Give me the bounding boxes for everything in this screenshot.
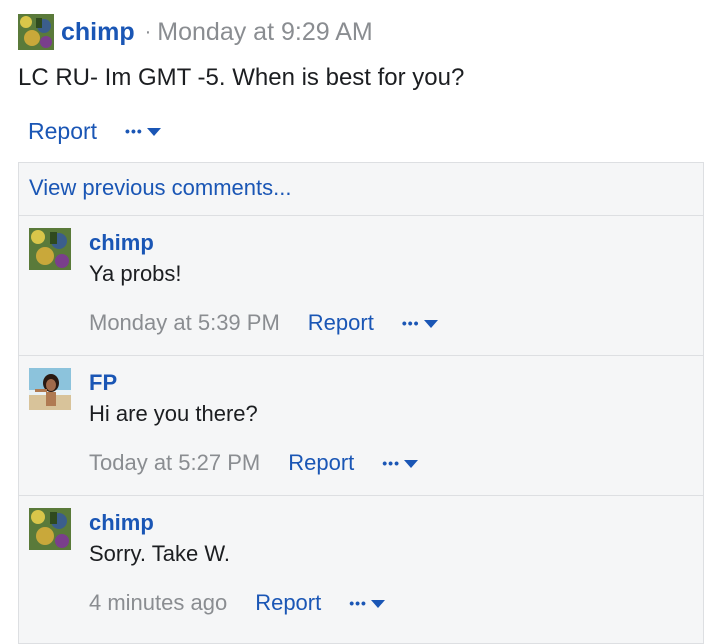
comments-panel: View previous comments... chimp Ya probs… (18, 162, 704, 644)
comment: chimp Sorry. Take W. 4 minutes ago Repor… (19, 496, 703, 636)
comment-meta: 4 minutes ago Report ••• (89, 588, 385, 618)
more-dots-icon: ••• (349, 595, 367, 611)
more-dots-icon: ••• (125, 123, 143, 139)
comment: chimp Ya probs! Monday at 5:39 PM Report… (19, 216, 703, 356)
comment-time[interactable]: Today at 5:27 PM (89, 450, 260, 476)
comment-meta: Monday at 5:39 PM Report ••• (89, 308, 438, 338)
report-link[interactable]: Report (28, 118, 97, 145)
comment-time[interactable]: 4 minutes ago (89, 590, 227, 616)
post-author[interactable]: chimp (61, 18, 135, 47)
report-link[interactable]: Report (288, 450, 354, 476)
author-avatar[interactable] (18, 14, 54, 50)
chevron-down-icon (403, 460, 418, 468)
more-options-button[interactable]: ••• (382, 455, 418, 471)
more-options-button[interactable]: ••• (349, 595, 385, 611)
chevron-down-icon (370, 600, 385, 608)
post-header: chimp · Monday at 9:29 AM (18, 14, 373, 50)
report-link[interactable]: Report (308, 310, 374, 336)
comment-avatar[interactable] (29, 368, 71, 410)
more-dots-icon: ••• (401, 315, 420, 331)
comment-text: Sorry. Take W. (89, 541, 231, 566)
separator: · (144, 20, 152, 43)
comment-text: Ya probs! (89, 261, 182, 286)
comment-author[interactable]: chimp (89, 510, 154, 536)
view-previous-comments-link[interactable]: View previous comments... (29, 175, 291, 201)
post: chimp · Monday at 9:29 AM LC RU- Im GMT … (0, 0, 720, 644)
comment-text: Hi are you there? (89, 401, 258, 426)
more-options-button[interactable]: ••• (402, 315, 438, 331)
comment-avatar[interactable] (29, 228, 71, 270)
comment-meta: Today at 5:27 PM Report ••• (89, 448, 418, 478)
comment-avatar[interactable] (29, 508, 71, 550)
comment-time[interactable]: Monday at 5:39 PM (89, 310, 280, 336)
chevron-down-icon (423, 320, 438, 328)
comment-author[interactable]: FP (89, 370, 117, 396)
report-link[interactable]: Report (255, 590, 321, 616)
comment-author[interactable]: chimp (89, 230, 154, 256)
more-dots-icon: ••• (382, 455, 400, 471)
post-time[interactable]: Monday at 9:29 AM (157, 18, 372, 47)
chevron-down-icon (146, 128, 161, 136)
more-options-button[interactable]: ••• (125, 123, 161, 139)
post-body: LC RU- Im GMT -5. When is best for you? (18, 64, 465, 91)
comment: FP Hi are you there? Today at 5:27 PM Re… (19, 356, 703, 496)
post-actions: Report ••• (28, 116, 161, 146)
